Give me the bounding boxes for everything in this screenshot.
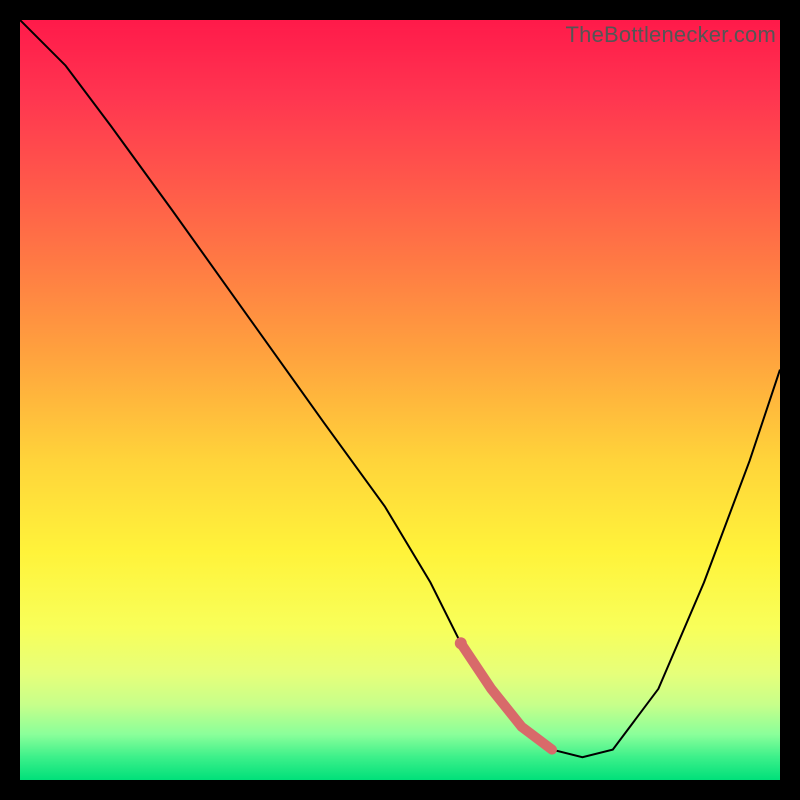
highlight-dot	[455, 637, 467, 649]
curve-line	[20, 20, 780, 757]
chart-frame: TheBottlenecker.com	[0, 0, 800, 800]
chart-svg	[20, 20, 780, 780]
highlight-segment	[461, 643, 552, 749]
chart-plot-area: TheBottlenecker.com	[20, 20, 780, 780]
